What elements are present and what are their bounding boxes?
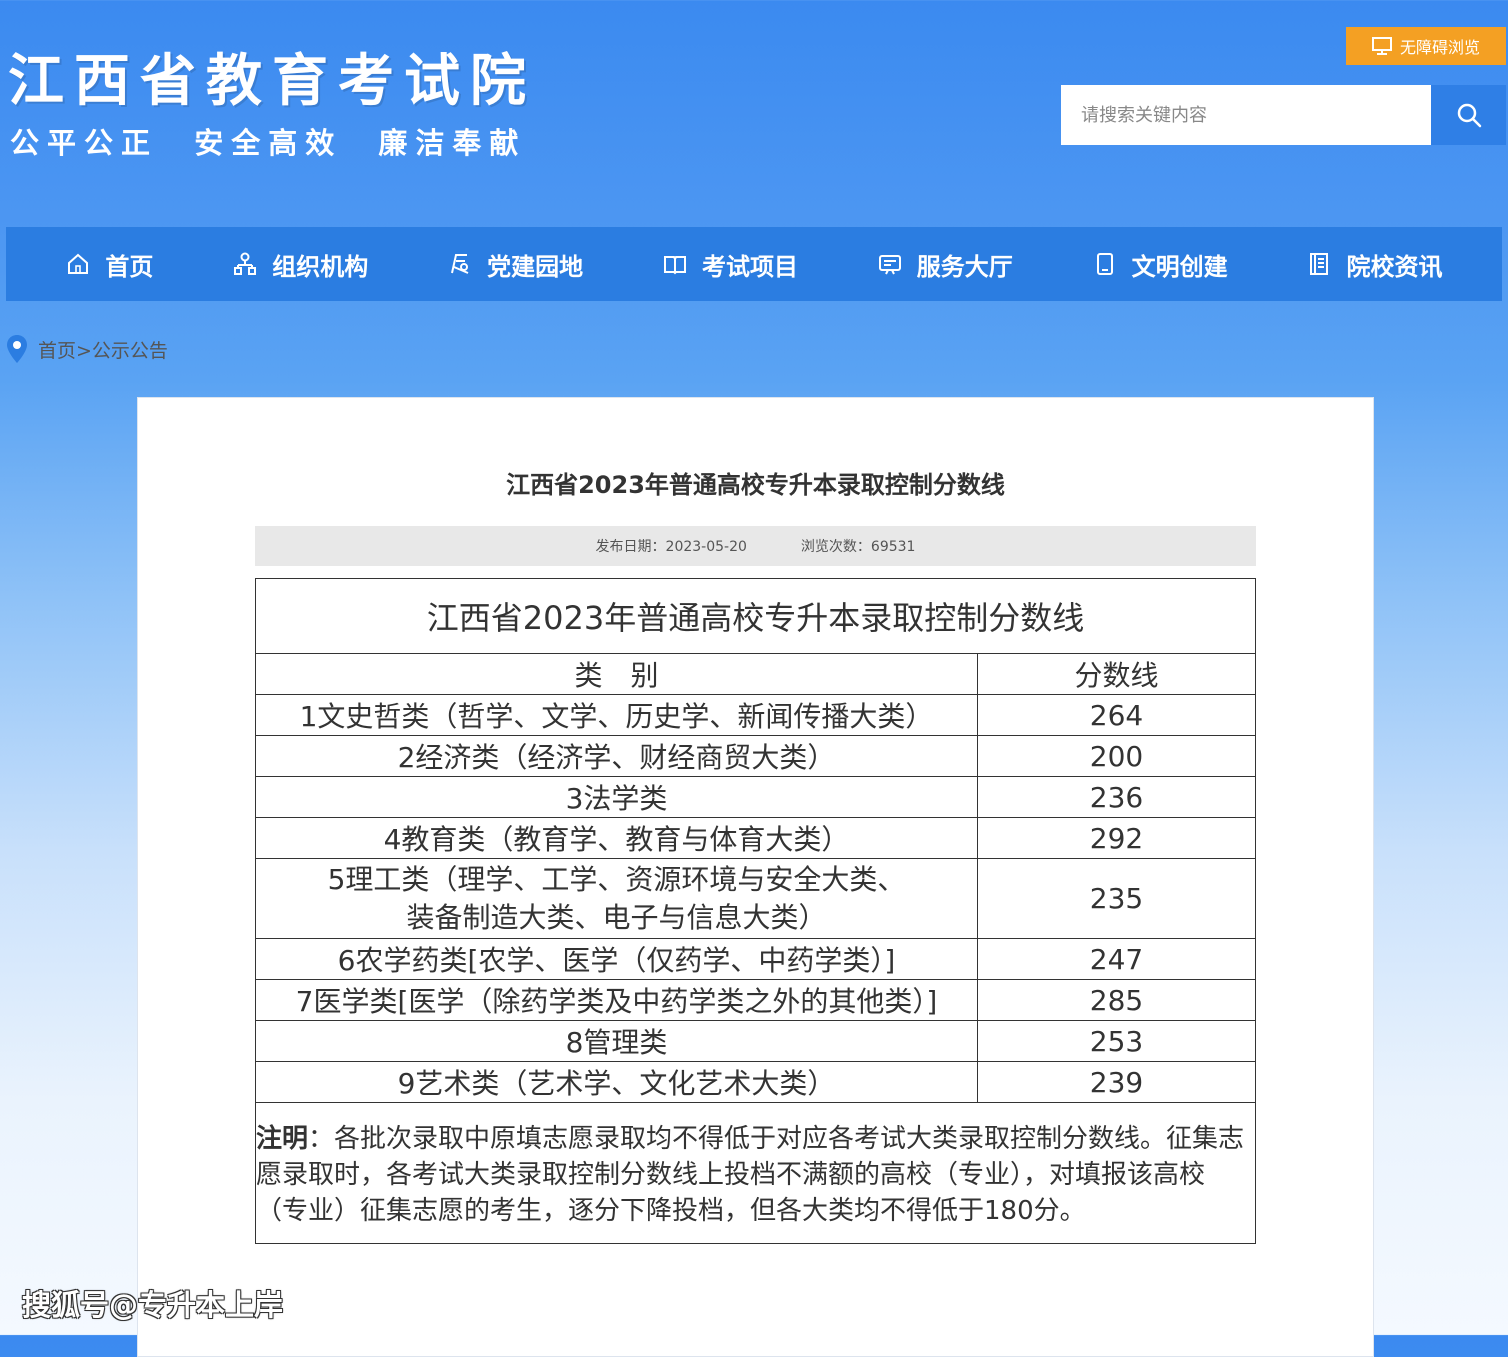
nav-item-label: 组织机构 (272, 252, 369, 281)
score-cell: 247 (977, 938, 1256, 980)
org-chart-icon (234, 252, 257, 275)
table-row: 7医学类[医学（除药学类及中药学类之外的其他类）] 285 (255, 979, 1256, 1021)
site-header: 江西省教育考试院 公平公正 安全高效 廉洁奉献 无障碍浏览 (0, 0, 1508, 226)
score-cell: 200 (977, 735, 1256, 777)
category-cell: 5理工类（理学、工学、资源环境与安全大类、 装备制造大类、电子与信息大类） (255, 858, 978, 939)
main-nav: 首页 组织机构 党建园地 考试项目 服务大厅 文明创建 院校资讯 (6, 227, 1502, 301)
monitor-icon (1371, 37, 1392, 55)
header-score: 分数线 (977, 653, 1256, 695)
category-cell: 2经济类（经济学、财经商贸大类） (255, 735, 978, 777)
score-cell: 285 (977, 979, 1256, 1021)
table-row: 6农学药类[农学、医学（仅药学、中药学类）] 247 (255, 938, 1256, 980)
nav-item-college-news[interactable]: 院校资讯 (1302, 239, 1446, 290)
view-count-value: 69531 (870, 539, 916, 555)
nav-item-label: 首页 (105, 252, 154, 281)
nav-item-label: 考试项目 (701, 252, 798, 281)
nav-item-label: 文明创建 (1131, 252, 1228, 281)
table-note-row: 注明：各批次录取中原填志愿录取均不得低于对应各考试大类录取控制分数线。征集志愿录… (255, 1102, 1256, 1244)
category-cell: 3法学类 (255, 776, 978, 818)
view-count: 浏览次数：69531 (801, 536, 916, 556)
accessibility-button[interactable]: 无障碍浏览 (1346, 27, 1506, 65)
category-cell: 4教育类（教育学、教育与体育大类） (255, 817, 978, 859)
table-row: 4教育类（教育学、教育与体育大类） 292 (255, 817, 1256, 859)
category-cell: 7医学类[医学（除药学类及中药学类之外的其他类）] (255, 979, 978, 1021)
nav-item-party[interactable]: 党建园地 (443, 239, 587, 290)
site-title: 江西省教育考试院 (8, 48, 536, 114)
service-icon (878, 255, 901, 275)
note-label: 注明 (256, 1124, 309, 1154)
article-meta: 发布日期：2023-05-20 浏览次数：69531 (255, 526, 1256, 566)
publish-date-label: 发布日期： (595, 539, 666, 555)
note-text: ：各批次录取中原填志愿录取均不得低于对应各考试大类录取控制分数线。征集志愿录取时… (256, 1124, 1245, 1226)
score-cell: 292 (977, 817, 1256, 859)
breadcrumb: 首页>公示公告 (6, 334, 168, 364)
publish-date-value: 2023-05-20 (665, 539, 747, 555)
table-row: 3法学类 236 (255, 776, 1256, 818)
search-input[interactable] (1061, 85, 1431, 145)
nav-item-organization[interactable]: 组织机构 (228, 239, 372, 290)
home-icon (68, 253, 89, 274)
accessibility-label: 无障碍浏览 (1399, 38, 1480, 57)
publish-date: 发布日期：2023-05-20 (596, 536, 747, 556)
table-row: 1文史哲类（哲学、文学、历史学、新闻传播大类） 264 (255, 694, 1256, 736)
category-line: 5理工类（理学、工学、资源环境与安全大类、 (327, 862, 906, 896)
table-row: 2经济类（经济学、财经商贸大类） 200 (255, 735, 1256, 777)
party-icon (451, 254, 469, 274)
table-header-row: 类 别 分数线 (255, 653, 1256, 695)
nav-item-home[interactable]: 首页 (61, 239, 157, 290)
nav-item-label: 服务大厅 (916, 252, 1013, 281)
nav-item-label: 党建园地 (487, 252, 584, 281)
category-cell: 8管理类 (255, 1020, 978, 1062)
score-cell: 239 (977, 1061, 1256, 1103)
site-slogan: 公平公正 安全高效 廉洁奉献 (10, 126, 527, 160)
article-title: 江西省2023年普通高校专升本录取控制分数线 (506, 471, 1005, 499)
article-card: 江西省2023年普通高校专升本录取控制分数线 发布日期：2023-05-20 浏… (137, 397, 1374, 1357)
search-icon (1457, 103, 1481, 128)
score-table: 江西省2023年普通高校专升本录取控制分数线 类 别 分数线 1文史哲类（哲学、… (255, 578, 1256, 1244)
search-box (1061, 85, 1506, 145)
category-cell: 1文史哲类（哲学、文学、历史学、新闻传播大类） (255, 694, 978, 736)
search-button[interactable] (1431, 85, 1506, 145)
table-row: 8管理类 253 (255, 1020, 1256, 1062)
nav-item-exams[interactable]: 考试项目 (658, 239, 802, 290)
score-cell: 235 (977, 858, 1256, 939)
nav-item-service[interactable]: 服务大厅 (873, 239, 1017, 290)
table-caption-row: 江西省2023年普通高校专升本录取控制分数线 (255, 578, 1256, 654)
tablet-icon (1096, 253, 1113, 275)
category-line: 装备制造大类、电子与信息大类） (406, 900, 827, 934)
view-count-label: 浏览次数： (800, 539, 871, 555)
score-cell: 253 (977, 1020, 1256, 1062)
category-cell: 6农学药类[农学、医学（仅药学、中药学类）] (255, 938, 978, 980)
nav-item-label: 院校资讯 (1346, 252, 1443, 281)
book-icon (663, 256, 686, 275)
nav-item-civilization[interactable]: 文明创建 (1088, 239, 1232, 290)
category-cell: 9艺术类（艺术学、文化艺术大类） (255, 1061, 978, 1103)
breadcrumb-text[interactable]: 首页>公示公告 (38, 336, 168, 363)
score-cell: 236 (977, 776, 1256, 818)
location-pin-icon (7, 335, 27, 363)
table-note: 注明：各批次录取中原填志愿录取均不得低于对应各考试大类录取控制分数线。征集志愿录… (255, 1102, 1256, 1244)
table-caption: 江西省2023年普通高校专升本录取控制分数线 (255, 578, 1256, 654)
watermark: 搜狐号@专升本上岸 (22, 1288, 284, 1322)
score-cell: 264 (977, 694, 1256, 736)
table-row: 9艺术类（艺术学、文化艺术大类） 239 (255, 1061, 1256, 1103)
news-icon (1310, 253, 1329, 275)
header-category: 类 别 (255, 653, 978, 695)
table-row: 5理工类（理学、工学、资源环境与安全大类、 装备制造大类、电子与信息大类） 23… (255, 858, 1256, 939)
